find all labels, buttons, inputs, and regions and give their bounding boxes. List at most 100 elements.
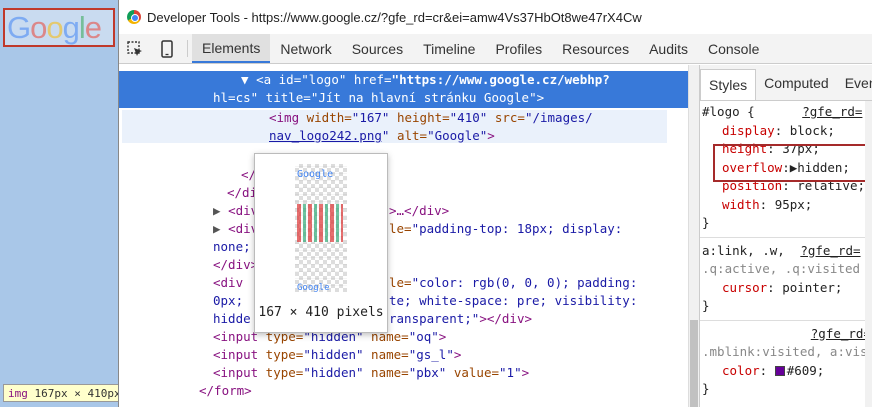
- dom-node-div-collapsed[interactable]: ▶ <div: [213, 202, 258, 220]
- attr-name: name=: [363, 365, 409, 380]
- collapse-triangle-icon[interactable]: ▼: [241, 72, 249, 87]
- attr-name: title=: [258, 90, 311, 105]
- dom-node-a-logo-cont[interactable]: hl=cs" title="Jít na hlavní stránku Goog…: [213, 89, 544, 107]
- dom-node-img[interactable]: <img width="167" height="410" src="/imag…: [269, 109, 593, 127]
- tab-computed[interactable]: Computed: [756, 65, 837, 100]
- device-mode-button[interactable]: [151, 34, 183, 63]
- rule-selector: .mblink:visited, a:visi: [702, 344, 872, 359]
- color-swatch[interactable]: [774, 365, 785, 376]
- tab-elements[interactable]: Elements: [192, 34, 271, 63]
- tag-close: >: [453, 347, 462, 362]
- dom-node-a-logo[interactable]: ▼ <a id="logo" href="https://www.google.…: [241, 71, 610, 89]
- tooltip-size: 167px × 410px: [34, 387, 121, 400]
- dom-node-img-cont[interactable]: nav_logo242.png" alt="Google">: [269, 127, 495, 145]
- tab-styles[interactable]: Styles: [700, 69, 757, 100]
- expand-triangle-icon[interactable]: ▶: [213, 203, 221, 218]
- rule-close: }: [702, 298, 710, 313]
- tag-close: >: [438, 329, 447, 344]
- dom-node-div-tail: >…</div>: [389, 203, 450, 218]
- elements-scrollbar[interactable]: [688, 65, 699, 407]
- attr-name: value=: [446, 365, 500, 380]
- screen: Google img 167px × 410px Developer Tools…: [0, 0, 872, 407]
- element-hover-tooltip: img 167px × 410px: [3, 384, 126, 402]
- attr-value: "167": [351, 110, 390, 125]
- dom-node-input-gsl[interactable]: <input type="hidden" name="gs_l">: [213, 346, 461, 364]
- css-declaration[interactable]: cursor: pointer;: [700, 279, 872, 298]
- dom-close-form[interactable]: </form>: [199, 382, 252, 400]
- rule-header: #logo { ?gfe_rd=: [700, 103, 872, 122]
- thumb-logo-small: Google: [297, 279, 330, 297]
- tab-event[interactable]: Event: [837, 65, 872, 100]
- attr-value-link[interactable]: "https://www.google.cz/webhp?: [392, 72, 610, 87]
- attr-name: name=: [363, 347, 409, 362]
- attr-value: "/images/: [524, 110, 593, 125]
- css-property: color: [722, 362, 760, 378]
- attr-value: "hidden": [303, 347, 364, 362]
- logo-letter: g: [62, 10, 80, 45]
- attr-name: le=: [389, 221, 412, 236]
- tag-name: <img: [269, 110, 300, 125]
- tab-network[interactable]: Network: [270, 34, 341, 63]
- google-logo[interactable]: Google: [7, 10, 102, 46]
- browser-page: Google img 167px × 410px: [0, 0, 126, 407]
- attr-value: "Google": [427, 128, 488, 143]
- tag-close: >: [487, 128, 495, 143]
- styles-scrollbar[interactable]: [865, 101, 872, 407]
- css-declaration[interactable]: display: block;: [700, 122, 872, 141]
- attr-value: ransparent;": [389, 311, 480, 326]
- rule-source-link[interactable]: ?gfe_rd=: [800, 243, 860, 258]
- tab-resources[interactable]: Resources: [552, 34, 639, 63]
- rule-divider: [700, 236, 872, 238]
- css-declaration[interactable]: width: 95px;: [700, 196, 872, 215]
- attr-name: type=: [258, 347, 304, 362]
- inspect-element-button[interactable]: [119, 34, 151, 63]
- css-property: display: [722, 122, 775, 138]
- mobile-device-icon: [161, 39, 173, 58]
- logo-letter: G: [7, 10, 31, 45]
- attr-name: width=: [299, 110, 352, 125]
- dom-node-div-style-attr: le="padding-top: 18px; display:: [389, 220, 622, 238]
- devtools-window: Developer Tools - https://www.google.cz/…: [118, 0, 872, 407]
- tab-profiles[interactable]: Profiles: [485, 34, 552, 63]
- dom-node-div-color-attr: le="color: rgb(0, 0, 0); padding:: [389, 274, 637, 292]
- tag-close: >: [536, 90, 545, 105]
- image-dimensions-caption: 167 × 410 pixels: [258, 305, 384, 320]
- css-declaration[interactable]: color: #609;: [700, 362, 872, 381]
- attr-value: "pbx": [408, 365, 447, 380]
- css-value: #609;: [786, 362, 825, 378]
- rule-header: ?gfe_rd=: [700, 325, 872, 344]
- expand-triangle-icon[interactable]: ▶: [213, 221, 221, 236]
- tab-sources[interactable]: Sources: [342, 34, 413, 63]
- src-link[interactable]: nav_logo242.png: [269, 128, 382, 143]
- attr-name: le=: [389, 275, 412, 290]
- tab-audits[interactable]: Audits: [639, 34, 698, 63]
- attr-value: "410": [449, 110, 488, 125]
- elements-tree[interactable]: ▼ <a id="logo" href="https://www.google.…: [119, 65, 688, 407]
- dom-node-div-color-cont: ransparent;"></div>: [389, 310, 532, 328]
- tag-close: >: [521, 365, 530, 380]
- tab-timeline[interactable]: Timeline: [413, 34, 485, 63]
- attr-value-link[interactable]: hl=cs": [213, 90, 258, 105]
- annotation-highlight-box: [713, 144, 872, 182]
- tag-close: ></div>: [479, 311, 532, 326]
- title-bar: Developer Tools - https://www.google.cz/…: [119, 0, 872, 34]
- dom-node-div-color-cont: hidde: [213, 311, 251, 326]
- dom-node-div-color[interactable]: <div: [213, 274, 243, 292]
- scrollbar-thumb[interactable]: [690, 320, 698, 407]
- attr-value: "color: rgb(0, 0, 0); padding:: [411, 275, 638, 290]
- rule-divider: [700, 319, 872, 321]
- attr-name: id=: [271, 72, 302, 87]
- rule-close: }: [702, 381, 710, 396]
- inspect-icon: [127, 40, 142, 56]
- attr-value: "hidden": [303, 365, 364, 380]
- toolbar-divider: [187, 40, 188, 57]
- rule-source-link[interactable]: ?gfe_rd=: [811, 326, 871, 341]
- rule-selector: a:link, .w,: [702, 242, 785, 258]
- rule-source-link[interactable]: ?gfe_rd=: [802, 104, 862, 119]
- dom-close-div[interactable]: </div>: [213, 256, 258, 274]
- dom-node-input-pbx[interactable]: <input type="hidden" name="pbx" value="1…: [213, 364, 529, 382]
- tab-console[interactable]: Console: [698, 34, 769, 63]
- attr-value: "Jít na hlavní stránku Google": [310, 90, 537, 105]
- css-property: cursor: [722, 279, 768, 295]
- dom-node-div-style[interactable]: ▶ <div: [213, 220, 258, 238]
